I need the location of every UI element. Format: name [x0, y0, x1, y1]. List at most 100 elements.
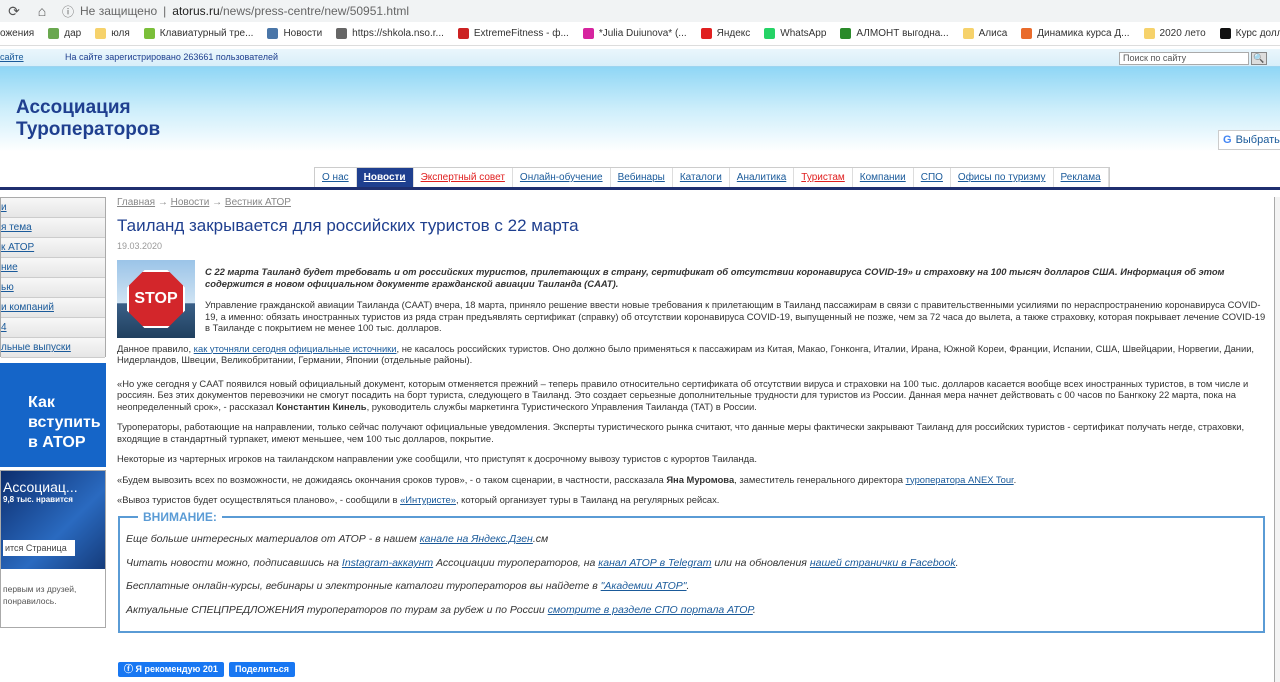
sidebar-row: к АТОР [1, 238, 105, 258]
fb-recommend-button[interactable]: ⓕ Я рекомендую 201 [118, 662, 224, 677]
bookmark-icon [143, 28, 155, 39]
bookmark-icon [764, 28, 776, 39]
text: , заместитель генерального директора [734, 473, 906, 485]
text: Данное правило, [117, 342, 194, 354]
sources-link[interactable]: как уточняли сегодня официальные источни… [194, 343, 397, 354]
nav-tab[interactable]: Аналитика [730, 168, 795, 188]
attention-box: ВНИМАНИЕ: Еще больше интересных материал… [118, 510, 1265, 633]
registered-count: На сайте зарегистрировано 263661 пользов… [65, 52, 279, 62]
bookmark-item[interactable]: https://shkola.nso.r... [336, 28, 444, 39]
attention-line: Бесплатные онлайн-курсы, вебинары и элек… [126, 580, 690, 592]
bookmark-label: *Julia Duiunova* (... [598, 28, 687, 39]
text: , который организует туры в Таиланд на р… [455, 494, 720, 505]
nav-tab[interactable]: Новости [356, 168, 414, 188]
google-translate-button[interactable]: G Выбрать [1218, 130, 1280, 150]
sidebar-item[interactable]: и [1, 202, 7, 213]
banner-line: в АТОР [28, 434, 86, 451]
bookmark-label: Динамика курса Д... [1037, 28, 1130, 39]
sidebar-item[interactable]: льные выпуски [1, 342, 71, 353]
bookmark-item[interactable]: юля [95, 28, 130, 39]
sidebar-item[interactable]: я тема [1, 222, 32, 233]
attention-line: Читать новости можно, подписавшись на In… [126, 557, 959, 569]
nav-tab[interactable]: Офисы по туризму [951, 168, 1054, 188]
join-ator-banner[interactable]: Как вступить в АТОР [0, 363, 106, 467]
spo-link[interactable]: смотрите в разделе СПО портала АТОР [548, 604, 753, 616]
nav-tab[interactable]: Компании [853, 168, 914, 188]
nav-tab[interactable]: Туристам [794, 168, 853, 188]
sidebar-item[interactable]: и компаний [1, 302, 54, 313]
home-icon[interactable]: ⌂ [28, 3, 56, 19]
anex-tour-link[interactable]: туроператора ANEX Tour [906, 474, 1014, 485]
breadcrumb-home[interactable]: Главная [117, 197, 155, 208]
url-path: /news/press-centre/new/50951.html [219, 4, 410, 18]
bookmark-label: Курс доллара [1235, 28, 1280, 39]
bookmark-icon [962, 28, 974, 39]
translate-label: Выбрать [1235, 134, 1280, 146]
security-label: Не защищено [80, 4, 158, 18]
nav-tab[interactable]: Вебинары [611, 168, 673, 188]
bookmark-item[interactable]: 2020 лето [1143, 28, 1206, 39]
article: Главная → Новости → Вестник АТОР Таиланд… [117, 197, 1267, 506]
bookmark-item[interactable]: Яндекс [700, 28, 750, 39]
bookmark-item[interactable]: WhatsApp [764, 28, 826, 39]
fb-likes: 9,8 тыс. нравится [3, 495, 73, 504]
bookmark-label: Алиса [978, 28, 1008, 39]
site-top-bar: сайте На сайте зарегистрировано 263661 п… [0, 49, 1280, 67]
nav-tab[interactable]: Экспертный совет [414, 168, 513, 188]
text: Ассоциации туроператоров, на [433, 557, 599, 569]
site-link[interactable]: сайте [0, 52, 24, 62]
site-logo[interactable]: Ассоциация Туроператоров [16, 97, 160, 141]
facebook-link[interactable]: нашей странички в Facebook [810, 557, 956, 569]
url-input[interactable]: atorus.ru/news/press-centre/new/50951.ht… [172, 4, 409, 18]
nav-tab[interactable]: Онлайн-обучение [513, 168, 611, 188]
sidebar-item[interactable]: 4 [1, 322, 7, 333]
telegram-link[interactable]: канал АТОР в Telegram [598, 557, 711, 569]
logo-line1: Ассоциация [16, 97, 131, 118]
bookmark-item[interactable]: Клавиатурный тре... [143, 28, 253, 39]
paragraph: Некоторые из чартерных игроков на таилан… [117, 453, 757, 464]
breadcrumb-news[interactable]: Новости [171, 197, 210, 208]
bookmark-item[interactable]: Курс доллара [1219, 28, 1280, 39]
search-icon[interactable]: 🔍 [1251, 52, 1267, 65]
reload-icon[interactable]: ⟳ [0, 3, 28, 20]
address-bar: ⟳ ⌂ ⓘ Не защищено | atorus.ru/news/press… [0, 0, 1280, 22]
nav-tab[interactable]: Каталоги [673, 168, 730, 188]
bookmark-icon [582, 28, 594, 39]
bookmark-icon [336, 28, 348, 39]
bookmark-icon [48, 28, 60, 39]
breadcrumb-vestnik[interactable]: Вестник АТОР [225, 197, 291, 208]
site-search-input[interactable]: Поиск по сайту [1119, 52, 1249, 65]
nav-tab[interactable]: О нас [315, 168, 357, 188]
bookmark-label: ожения [0, 28, 35, 39]
academy-link[interactable]: "Академии АТОР" [601, 580, 687, 592]
bookmark-item[interactable]: Новости [267, 28, 322, 39]
banner-line: Как [28, 394, 55, 411]
intourist-link[interactable]: «Интуристе» [400, 494, 456, 505]
bookmark-item[interactable]: ожения [0, 28, 34, 39]
page-title: Таиланд закрывается для российских турис… [117, 216, 579, 235]
bookmark-icon [1021, 28, 1033, 39]
bookmark-item[interactable]: АЛМОНТ выгодна... [840, 28, 949, 39]
info-icon[interactable]: ⓘ [62, 3, 74, 20]
bookmark-item[interactable]: ExtremeFitness - ф... [457, 28, 569, 39]
bookmark-item[interactable]: Динамика курса Д... [1021, 28, 1130, 39]
nav-tab[interactable]: Реклама [1054, 168, 1109, 188]
sidebar-item[interactable]: ью [1, 282, 14, 293]
bookmark-item[interactable]: *Julia Duiunova* (... [582, 28, 687, 39]
nav-tab[interactable]: СПО [914, 168, 951, 188]
bookmark-item[interactable]: дар [48, 28, 81, 39]
sidebar-item[interactable]: к АТОР [1, 242, 34, 253]
instagram-link[interactable]: Instagram-аккаунт [342, 557, 433, 569]
text: Читать новости можно, подписавшись на [126, 557, 342, 569]
paragraph: «Будем вывозить всех по возможности, не … [117, 473, 1017, 485]
fb-share-button[interactable]: Поделиться [229, 662, 296, 677]
yandex-zen-link[interactable]: канале на Яндекс.Дзен [420, 533, 533, 545]
sidebar-item[interactable]: ние [1, 262, 18, 273]
right-scroll-panel[interactable] [1274, 197, 1280, 682]
fb-like-page-button[interactable]: ится Страница [3, 540, 75, 556]
sidebar-row: льные выпуски [1, 338, 105, 358]
sidebar-row: и компаний [1, 298, 105, 318]
bookmark-icon [700, 28, 712, 39]
bookmark-item[interactable]: Алиса [962, 28, 1008, 39]
fb-page-name[interactable]: Ассоциац... [3, 479, 105, 495]
